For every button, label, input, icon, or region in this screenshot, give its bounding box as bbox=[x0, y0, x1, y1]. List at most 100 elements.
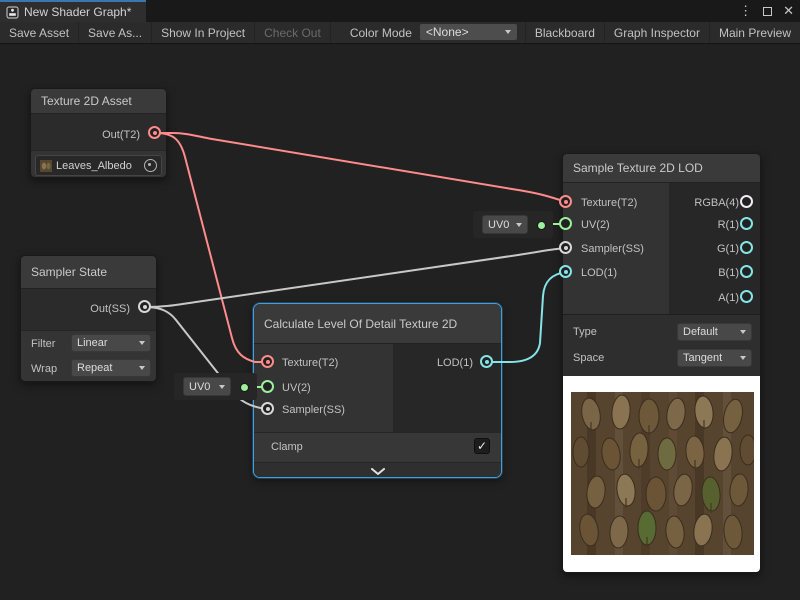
port-texture-asset-out-t2[interactable] bbox=[148, 126, 161, 139]
port-label-lod-out: LOD(1) bbox=[413, 355, 473, 371]
node-header[interactable]: Calculate Level Of Detail Texture 2D bbox=[254, 304, 501, 344]
port-label-out-t2: Out(T2) bbox=[80, 127, 140, 143]
tab-bar: New Shader Graph* ⋮ ✕ bbox=[0, 0, 800, 22]
node-header[interactable]: Texture 2D Asset bbox=[31, 89, 166, 114]
clamp-label: Clamp bbox=[271, 439, 303, 455]
toolbar-left-group: Save Asset Save As... Show In Project Ch… bbox=[0, 22, 331, 43]
texture-object-field[interactable]: Leaves_Albedo bbox=[35, 155, 162, 176]
port-sample-a-out[interactable] bbox=[740, 290, 753, 303]
wrap-value: Repeat bbox=[77, 362, 112, 374]
port-sample-uv-in[interactable] bbox=[559, 217, 572, 230]
save-asset-button[interactable]: Save Asset bbox=[0, 22, 79, 43]
port-calculate-lod-out[interactable] bbox=[480, 355, 493, 368]
port-label-b-out: B(1) bbox=[669, 265, 739, 281]
chevron-down-icon bbox=[505, 30, 511, 34]
uv-default-value-dot bbox=[537, 221, 546, 230]
chevron-down-icon bbox=[139, 341, 145, 345]
port-label-uv-in: UV(2) bbox=[282, 380, 311, 396]
port-sample-lod-in[interactable] bbox=[559, 265, 572, 278]
port-label-sampler-in: Sampler(SS) bbox=[282, 402, 345, 418]
port-calculate-uv-in[interactable] bbox=[261, 380, 274, 393]
port-calculate-sampler-in[interactable] bbox=[261, 402, 274, 415]
chevron-down-icon bbox=[139, 366, 145, 370]
chevron-down-icon bbox=[516, 223, 522, 227]
color-mode-label: Color Mode bbox=[342, 22, 420, 43]
main-preview-toggle-button[interactable]: Main Preview bbox=[709, 22, 800, 43]
color-mode-dropdown[interactable]: <None> bbox=[420, 24, 517, 40]
node-texture-2d-asset[interactable]: Texture 2D Asset Out(T2) Leaves_Albedo bbox=[30, 88, 167, 178]
tab-new-shader-graph[interactable]: New Shader Graph* bbox=[0, 0, 146, 22]
node-calculate-lod-texture-2d[interactable]: Calculate Level Of Detail Texture 2D Tex… bbox=[253, 303, 502, 478]
port-label-a-out: A(1) bbox=[669, 290, 739, 306]
port-label-out-ss: Out(SS) bbox=[70, 301, 130, 317]
port-label-rgba-out: RGBA(4) bbox=[669, 195, 739, 211]
leaves-texture-preview bbox=[571, 392, 754, 555]
texture-field-value: Leaves_Albedo bbox=[56, 160, 132, 172]
wrap-dropdown[interactable]: Repeat bbox=[71, 359, 151, 377]
color-mode-value: <None> bbox=[426, 25, 469, 39]
space-label: Space bbox=[573, 350, 604, 366]
graph-inspector-toggle-button[interactable]: Graph Inspector bbox=[604, 22, 709, 43]
port-label-sampler-in: Sampler(SS) bbox=[581, 241, 644, 257]
port-label-r-out: R(1) bbox=[669, 217, 739, 233]
shader-graph-window: New Shader Graph* ⋮ ✕ Save Asset Save As… bbox=[0, 0, 800, 600]
node-title: Texture 2D Asset bbox=[41, 94, 132, 108]
graph-canvas[interactable]: Texture 2D Asset Out(T2) Leaves_Albedo S… bbox=[0, 44, 800, 600]
type-label: Type bbox=[573, 324, 597, 340]
toolbar-right-group: Blackboard Graph Inspector Main Preview bbox=[525, 22, 800, 43]
node-sample-texture-2d-lod[interactable]: Sample Texture 2D LOD Texture(T2) UV(2) … bbox=[562, 153, 761, 573]
window-controls: ⋮ ✕ bbox=[739, 0, 794, 22]
filter-value: Linear bbox=[77, 337, 108, 349]
node-title: Sampler State bbox=[31, 265, 107, 279]
port-sample-texture-in[interactable] bbox=[559, 195, 572, 208]
port-label-lod-in: LOD(1) bbox=[581, 265, 617, 281]
clamp-checkbox[interactable]: ✓ bbox=[474, 438, 490, 454]
blackboard-toggle-button[interactable]: Blackboard bbox=[525, 22, 604, 43]
object-picker-icon[interactable] bbox=[144, 159, 157, 172]
chevron-down-icon bbox=[740, 356, 746, 360]
port-sample-g-out[interactable] bbox=[740, 241, 753, 254]
shader-graph-asset-icon bbox=[6, 6, 19, 19]
wrap-label: Wrap bbox=[31, 361, 57, 377]
port-label-g-out: G(1) bbox=[717, 241, 739, 257]
save-as-button[interactable]: Save As... bbox=[79, 22, 152, 43]
edge-texture-to-calculate[interactable] bbox=[155, 133, 267, 362]
node-header[interactable]: Sampler State bbox=[21, 256, 156, 289]
show-in-project-button[interactable]: Show In Project bbox=[152, 22, 255, 43]
uv-channel-dropdown[interactable]: UV0 bbox=[482, 215, 528, 234]
type-dropdown[interactable]: Default bbox=[677, 323, 752, 341]
node-preview-image bbox=[563, 376, 760, 573]
uv-channel-widget-sample: UV0 bbox=[473, 211, 553, 238]
uv-channel-value: UV0 bbox=[189, 381, 210, 393]
edge-sampler-to-sample[interactable] bbox=[145, 248, 566, 307]
window-maximize-icon[interactable] bbox=[763, 7, 772, 16]
port-sample-r-out[interactable] bbox=[740, 217, 753, 230]
node-header[interactable]: Sample Texture 2D LOD bbox=[563, 154, 760, 183]
edge-texture-to-sample[interactable] bbox=[155, 133, 566, 202]
port-calculate-texture-in[interactable] bbox=[261, 355, 274, 368]
uv-channel-value: UV0 bbox=[488, 219, 509, 231]
check-icon: ✓ bbox=[477, 439, 487, 453]
check-out-button: Check Out bbox=[255, 22, 331, 43]
window-menu-icon[interactable]: ⋮ bbox=[739, 3, 752, 19]
tab-title: New Shader Graph* bbox=[24, 5, 131, 19]
toolbar: Save Asset Save As... Show In Project Ch… bbox=[0, 22, 800, 44]
space-dropdown[interactable]: Tangent bbox=[677, 349, 752, 367]
space-value: Tangent bbox=[683, 352, 722, 364]
uv-channel-widget-calculate: UV0 bbox=[174, 373, 257, 400]
port-sampler-state-out-ss[interactable] bbox=[138, 300, 151, 313]
chevron-down-icon bbox=[371, 468, 385, 475]
collapse-previews-button[interactable] bbox=[254, 462, 501, 478]
uv-channel-dropdown[interactable]: UV0 bbox=[183, 377, 231, 396]
filter-dropdown[interactable]: Linear bbox=[71, 334, 151, 352]
port-sample-rgba-out[interactable] bbox=[740, 195, 753, 208]
uv-default-value-dot bbox=[240, 383, 249, 392]
node-title: Calculate Level Of Detail Texture 2D bbox=[264, 317, 457, 331]
node-title: Sample Texture 2D LOD bbox=[573, 161, 703, 175]
port-sample-b-out[interactable] bbox=[740, 265, 753, 278]
window-close-icon[interactable]: ✕ bbox=[783, 3, 794, 19]
port-sample-sampler-in[interactable] bbox=[559, 241, 572, 254]
filter-label: Filter bbox=[31, 336, 55, 352]
port-label-texture-in: Texture(T2) bbox=[282, 355, 338, 371]
node-sampler-state[interactable]: Sampler State Out(SS) Filter Linear Wrap… bbox=[20, 255, 157, 382]
